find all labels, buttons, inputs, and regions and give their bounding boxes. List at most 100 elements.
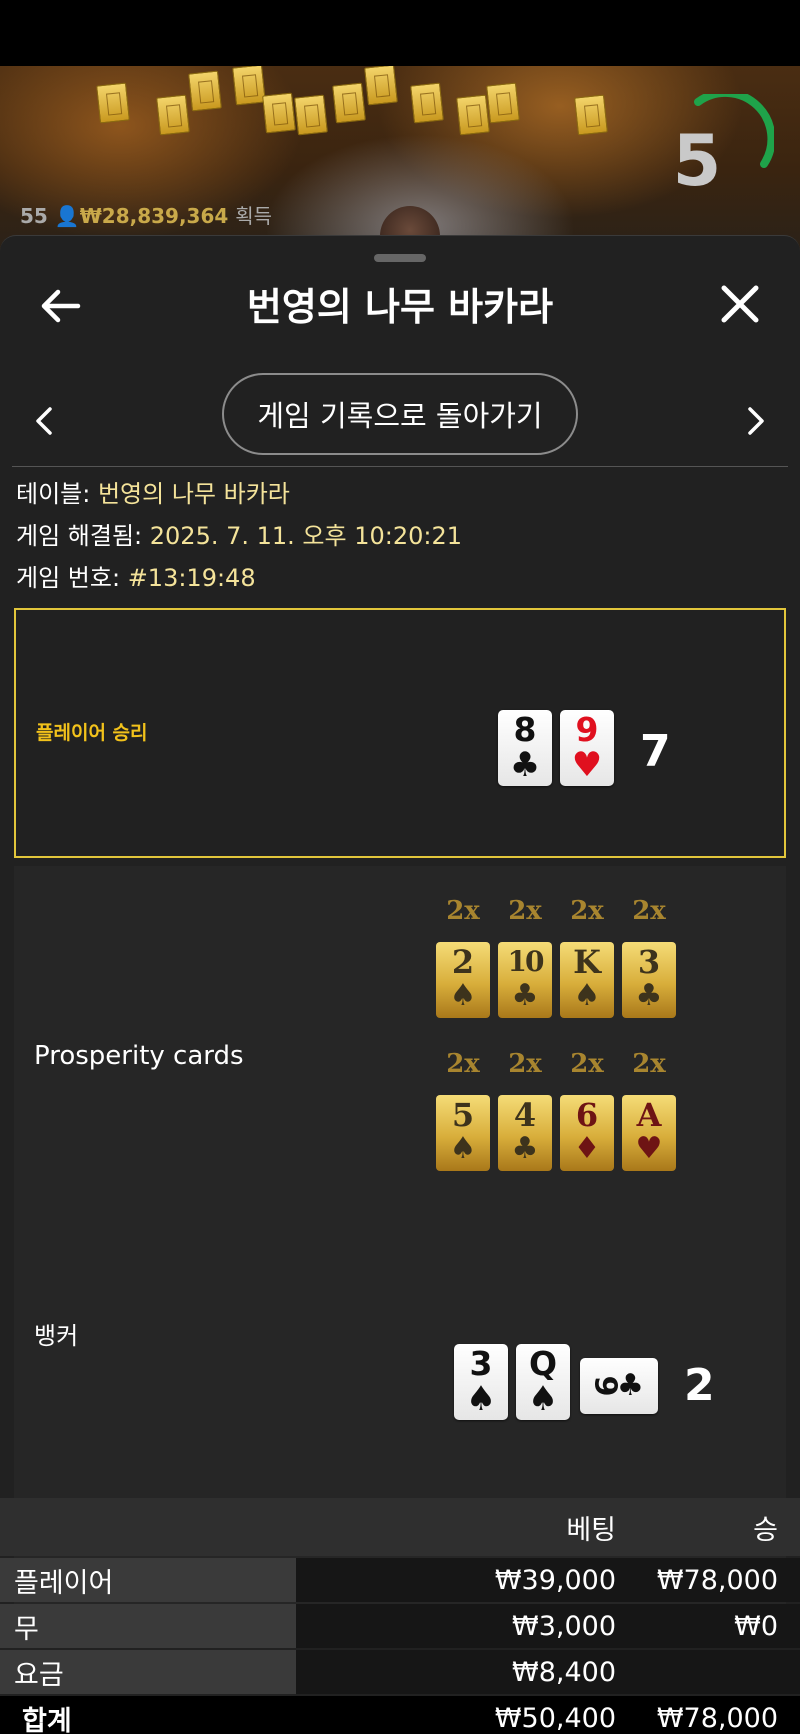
heart-icon: ♥ bbox=[571, 745, 603, 785]
player-card-2: 9 ♥ bbox=[560, 710, 614, 786]
drag-handle[interactable] bbox=[374, 254, 426, 262]
banker-card-2: Q ♠ bbox=[516, 1344, 570, 1420]
prosperity-card: K ♠ bbox=[560, 942, 614, 1018]
multiplier: 2x bbox=[570, 896, 604, 926]
multiplier: 2x bbox=[508, 896, 542, 926]
lantern-icon bbox=[156, 94, 190, 136]
table-stats: 55 👤₩28,839,364 획득 bbox=[20, 200, 272, 229]
bets-row-label: 플레이어 bbox=[0, 1558, 296, 1602]
card-rank: 3 bbox=[469, 1344, 493, 1383]
club-icon: ♣ bbox=[509, 745, 541, 785]
player-count: 55 bbox=[20, 204, 48, 228]
diamond-icon: ♦ bbox=[573, 1131, 601, 1166]
card-rank: 2 bbox=[451, 943, 475, 981]
lantern-icon bbox=[96, 82, 130, 124]
spade-icon: ♠ bbox=[465, 1379, 497, 1419]
card-rank: 8 bbox=[513, 710, 537, 749]
lantern-icon bbox=[188, 70, 222, 112]
card-rank: Q bbox=[528, 1344, 558, 1383]
lantern-icon bbox=[574, 94, 608, 136]
lantern-icon bbox=[486, 82, 520, 124]
spade-icon: ♠ bbox=[573, 978, 601, 1013]
spade-icon: ♠ bbox=[449, 1131, 477, 1166]
card-rank: 5 bbox=[451, 1096, 475, 1134]
bets-total-label: 합계 bbox=[22, 1705, 72, 1734]
bets-row-bet: ₩3,000 bbox=[512, 1610, 616, 1642]
bets-total-bet: ₩50,400 bbox=[494, 1702, 616, 1734]
multiplier: 2x bbox=[570, 1049, 604, 1079]
prosperity-card: 6 ♦ bbox=[560, 1095, 614, 1171]
prosperity-card: 10 ♣ bbox=[498, 942, 552, 1018]
card-rank: 9 bbox=[587, 1375, 623, 1397]
close-icon[interactable] bbox=[718, 282, 762, 326]
card-rank: 3 bbox=[637, 943, 661, 981]
multiplier: 2x bbox=[446, 1049, 480, 1079]
prosperity-card: 4 ♣ bbox=[498, 1095, 552, 1171]
meta-number-value: #13:19:48 bbox=[127, 564, 256, 592]
lantern-icon bbox=[364, 66, 398, 106]
player-score: 7 bbox=[640, 726, 671, 777]
bets-row-win: ₩0 bbox=[734, 1610, 778, 1642]
meta-resolved-value: 2025. 7. 11. 오후 10:20:21 bbox=[149, 522, 463, 550]
bets-header-row: 베팅 승 bbox=[0, 1498, 800, 1556]
bets-header-label bbox=[0, 1498, 296, 1556]
bets-row-win bbox=[616, 1650, 778, 1694]
prosperity-card: 5 ♠ bbox=[436, 1095, 490, 1171]
card-rank: 9 bbox=[575, 710, 599, 749]
bets-header-win: 승 bbox=[753, 1514, 778, 1546]
bets-row-win: ₩78,000 bbox=[656, 1564, 778, 1596]
multiplier: 2x bbox=[508, 1049, 542, 1079]
bets-row-label: 무 bbox=[0, 1604, 296, 1648]
bets-row-bet: ₩8,400 bbox=[512, 1656, 616, 1688]
bets-row: 플레이어 ₩39,000 ₩78,000 bbox=[0, 1558, 800, 1602]
card-rank: 4 bbox=[513, 1096, 537, 1134]
chevron-left-icon[interactable] bbox=[30, 401, 60, 441]
card-rank: K bbox=[573, 943, 601, 981]
prosperity-card: 3 ♣ bbox=[622, 942, 676, 1018]
spade-icon: ♠ bbox=[449, 978, 477, 1013]
player-result-box: 플레이어 승리 8 ♣ 9 ♥ 7 bbox=[14, 608, 786, 858]
heart-icon: ♥ bbox=[635, 1131, 663, 1166]
meta-resolved-label: 게임 해결됨: bbox=[16, 522, 143, 550]
lantern-icon bbox=[332, 82, 366, 124]
bets-row-bet: ₩39,000 bbox=[494, 1564, 616, 1596]
meta-number-label: 게임 번호: bbox=[16, 564, 121, 592]
prosperity-card: 2 ♠ bbox=[436, 942, 490, 1018]
outcome-label: 플레이어 승리 bbox=[36, 722, 148, 744]
bets-total-win: ₩78,000 bbox=[656, 1702, 778, 1734]
banker-card-3-sideways: 9 ♣ bbox=[580, 1358, 658, 1414]
club-icon: ♣ bbox=[511, 1131, 539, 1166]
meta-table: 테이블: 번영의 나무 바카라 bbox=[16, 474, 290, 509]
countdown-number: 5 bbox=[672, 120, 722, 202]
club-icon: ♣ bbox=[511, 978, 539, 1013]
person-icon: 👤 bbox=[54, 204, 80, 228]
winnings-suffix: 획득 bbox=[235, 204, 273, 228]
prosperity-card: A ♥ bbox=[622, 1095, 676, 1171]
lantern-icon bbox=[294, 94, 328, 136]
total-winnings: ₩28,839,364 bbox=[79, 204, 229, 228]
prosperity-label: Prosperity cards bbox=[34, 1041, 244, 1071]
game-detail-sheet: 번영의 나무 바카라 게임 기록으로 돌아가기 테이블: 번영의 나무 바카라 … bbox=[0, 235, 800, 1734]
lantern-icon bbox=[410, 82, 444, 124]
player-card-1: 8 ♣ bbox=[498, 710, 552, 786]
bets-row-label: 요금 bbox=[0, 1650, 296, 1694]
meta-resolved: 게임 해결됨: 2025. 7. 11. 오후 10:20:21 bbox=[16, 516, 462, 551]
bets-total-row: 합계 ₩50,400 ₩78,000 bbox=[0, 1696, 800, 1734]
lantern-icon bbox=[232, 66, 266, 106]
bets-row: 요금 ₩8,400 bbox=[0, 1650, 800, 1694]
banker-label: 뱅커 bbox=[34, 1322, 79, 1350]
page-title: 번영의 나무 바카라 bbox=[246, 285, 554, 329]
chevron-right-icon[interactable] bbox=[740, 401, 770, 441]
banker-score: 2 bbox=[684, 1360, 715, 1411]
lantern-icon bbox=[262, 92, 296, 134]
multiplier: 2x bbox=[632, 1049, 666, 1079]
card-rank: 6 bbox=[575, 1096, 599, 1134]
meta-table-label: 테이블: bbox=[16, 480, 91, 508]
multiplier: 2x bbox=[446, 896, 480, 926]
status-bar bbox=[0, 0, 800, 66]
banker-card-1: 3 ♠ bbox=[454, 1344, 508, 1420]
back-to-history-button[interactable]: 게임 기록으로 돌아가기 bbox=[222, 373, 578, 455]
bets-header-bet: 베팅 bbox=[566, 1514, 616, 1546]
multiplier: 2x bbox=[632, 896, 666, 926]
divider bbox=[12, 466, 788, 467]
